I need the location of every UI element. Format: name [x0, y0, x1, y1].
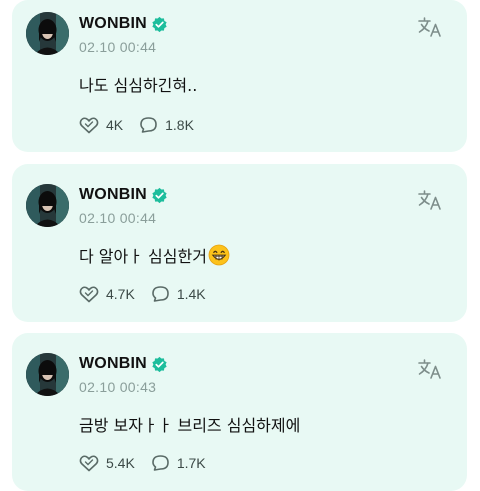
comment-button[interactable]: 1.7K: [151, 454, 206, 472]
post-timestamp: 02.10 00:44: [79, 210, 157, 226]
post-timestamp: 02.10 00:44: [79, 39, 157, 55]
author-name[interactable]: WONBIN: [79, 186, 168, 204]
translate-icon[interactable]: [417, 358, 443, 380]
like-icon: [79, 117, 99, 134]
like-count: 4K: [106, 117, 124, 133]
verified-badge-icon: [152, 187, 167, 203]
comment-button[interactable]: 1.4K: [151, 285, 206, 303]
translate-icon[interactable]: [417, 189, 443, 211]
like-icon: [79, 286, 99, 303]
post-timestamp: 02.10 00:43: [79, 379, 157, 395]
avatar[interactable]: [26, 353, 69, 396]
verified-badge-icon: [152, 16, 167, 32]
author-name-text[interactable]: WONBIN: [79, 186, 147, 204]
like-icon: [79, 455, 99, 472]
author-name[interactable]: WONBIN: [79, 15, 168, 33]
avatar[interactable]: [26, 12, 69, 55]
post-text: 나도 심심하긴혀..: [79, 72, 197, 96]
post-card[interactable]: WONBIN 02.10 00:44 다 알아ㅏ 심심한거 4.7K 1.4K: [12, 164, 467, 322]
author-name-text[interactable]: WONBIN: [79, 355, 147, 373]
comment-icon: [152, 286, 169, 302]
like-count: 4.7K: [106, 286, 135, 302]
comment-icon: [152, 455, 169, 471]
post-text-content: 금방 보자ㅏㅏ 브리즈 심심하제에: [79, 416, 301, 435]
author-name-text[interactable]: WONBIN: [79, 15, 147, 33]
post-text-content: 다 알아ㅏ 심심한거: [79, 247, 207, 266]
like-button[interactable]: 4K: [79, 116, 123, 134]
verified-badge-icon: [152, 356, 167, 372]
like-button[interactable]: 5.4K: [79, 454, 135, 472]
like-button[interactable]: 4.7K: [79, 285, 135, 303]
author-name[interactable]: WONBIN: [79, 355, 168, 373]
comment-count: 1.8K: [165, 117, 194, 133]
post-text: 다 알아ㅏ 심심한거: [79, 243, 230, 267]
grinning-face-emoji: [208, 244, 230, 266]
post-stats: 4K 1.8K: [79, 116, 210, 134]
avatar[interactable]: [26, 184, 69, 227]
translate-icon[interactable]: [417, 16, 443, 38]
comment-icon: [140, 117, 157, 133]
like-count: 5.4K: [106, 455, 135, 471]
post-stats: 5.4K 1.7K: [79, 454, 222, 472]
post-card[interactable]: WONBIN 02.10 00:43 금방 보자ㅏㅏ 브리즈 심심하제에 5.4…: [12, 333, 467, 491]
post-text: 금방 보자ㅏㅏ 브리즈 심심하제에: [79, 412, 300, 436]
comment-count: 1.7K: [176, 455, 206, 471]
post-stats: 4.7K 1.4K: [79, 285, 222, 303]
comment-count: 1.4K: [176, 286, 206, 302]
post-card[interactable]: WONBIN 02.10 00:44 나도 심심하긴혀.. 4K 1.8K: [12, 0, 467, 152]
post-text-content: 나도 심심하긴혀..: [79, 76, 198, 95]
comment-button[interactable]: 1.8K: [139, 116, 194, 134]
